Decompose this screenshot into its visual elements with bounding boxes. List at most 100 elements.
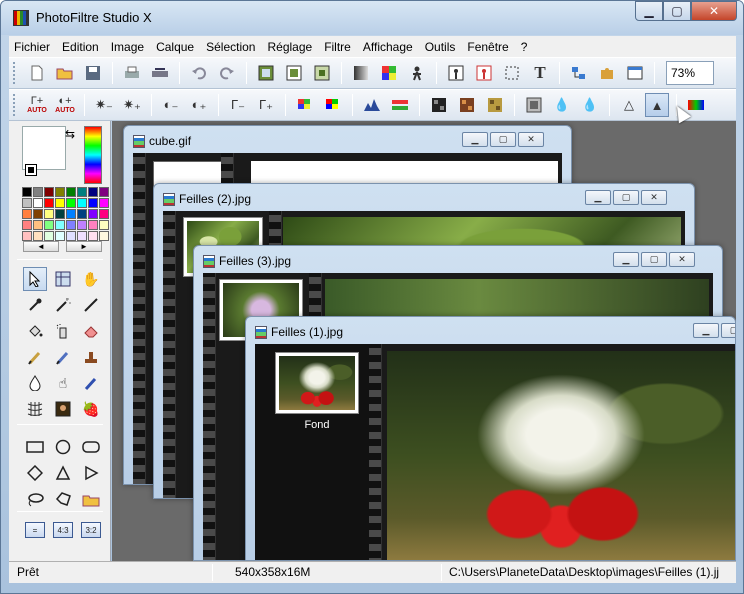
effect-brush-icon[interactable] xyxy=(79,371,103,395)
palette-swatch[interactable] xyxy=(77,220,87,230)
emboss-icon[interactable] xyxy=(522,93,546,117)
palette-swatch[interactable] xyxy=(33,231,43,241)
zoom-input[interactable]: 73% xyxy=(666,61,714,85)
line-icon[interactable] xyxy=(79,293,103,317)
palette-swatch[interactable] xyxy=(22,209,32,219)
palette-swatch[interactable] xyxy=(55,187,65,197)
diamond-icon[interactable] xyxy=(23,461,47,485)
new-file-icon[interactable] xyxy=(25,61,49,85)
crop-icon[interactable] xyxy=(310,61,334,85)
select-arrow-icon[interactable] xyxy=(23,267,47,291)
close-button[interactable]: ✕ xyxy=(691,1,737,21)
rounded-rect-icon[interactable] xyxy=(79,435,103,459)
palette-swatch[interactable] xyxy=(99,198,109,208)
palette-swatch[interactable] xyxy=(33,198,43,208)
palette-swatch[interactable] xyxy=(77,198,87,208)
doc-minimize-button[interactable]: ▁ xyxy=(585,190,611,205)
palette-swatch[interactable] xyxy=(33,220,43,230)
default-colors-icon[interactable] xyxy=(25,164,37,176)
menu-image[interactable]: Image xyxy=(105,40,150,54)
menu-fenetre[interactable]: Fenêtre xyxy=(461,40,514,54)
menu-fichier[interactable]: Fichier xyxy=(9,40,56,54)
puzzle-icon[interactable] xyxy=(595,61,619,85)
gamma-plus-icon[interactable]: Γ₊ xyxy=(254,93,278,117)
image-content[interactable] xyxy=(387,351,735,560)
palette-swatch[interactable] xyxy=(44,209,54,219)
palette-swatch[interactable] xyxy=(66,209,76,219)
magic-wand-icon[interactable] xyxy=(51,293,75,317)
stamp-icon[interactable] xyxy=(79,345,103,369)
spray-icon[interactable] xyxy=(51,319,75,343)
palette-swatch[interactable] xyxy=(88,187,98,197)
palette-swatch[interactable] xyxy=(44,220,54,230)
ratio-3-2-button[interactable]: 3:2 xyxy=(79,518,103,542)
palette-swatch[interactable] xyxy=(88,209,98,219)
palette-prev-button[interactable]: ◄ xyxy=(23,241,59,252)
palette-swatch[interactable] xyxy=(77,231,87,241)
palette-swatch[interactable] xyxy=(22,187,32,197)
blur-icon[interactable]: 💧 xyxy=(578,93,602,117)
mosaic-icon[interactable] xyxy=(455,93,479,117)
doc-maximize-button[interactable]: ▢ xyxy=(490,132,516,147)
redo-icon[interactable] xyxy=(215,61,239,85)
sharpen-icon[interactable]: △ xyxy=(617,93,641,117)
contrast-plus-icon[interactable]: ◐₊ xyxy=(187,93,211,117)
doc-minimize-button[interactable]: ▁ xyxy=(462,132,488,147)
image-content[interactable] xyxy=(325,279,709,319)
palette-swatch[interactable] xyxy=(99,187,109,197)
document-window-feilles-1[interactable]: Feilles (1).jpg ▁ ▢ Fond xyxy=(245,316,736,561)
palette-swatch[interactable] xyxy=(88,231,98,241)
palette-swatch[interactable] xyxy=(44,231,54,241)
brush-icon[interactable] xyxy=(23,345,47,369)
drop-icon[interactable]: 💧 xyxy=(550,93,574,117)
menu-affichage[interactable]: Affichage xyxy=(357,40,419,54)
palette-swatch[interactable] xyxy=(44,187,54,197)
scan-icon[interactable] xyxy=(148,61,172,85)
palette-swatch[interactable] xyxy=(22,198,32,208)
palette-swatch[interactable] xyxy=(55,198,65,208)
selection-icon[interactable] xyxy=(500,61,524,85)
auto-contrast-icon[interactable]: ◐+ AUTO xyxy=(53,93,77,117)
palette-swatch[interactable] xyxy=(77,187,87,197)
toolbar-grip[interactable] xyxy=(13,94,17,116)
open-folder-icon[interactable] xyxy=(53,61,77,85)
palette-swatch[interactable] xyxy=(99,209,109,219)
palette-swatch[interactable] xyxy=(33,209,43,219)
palette-swatch[interactable] xyxy=(99,220,109,230)
doc-close-button[interactable]: ✕ xyxy=(518,132,544,147)
ratio-4-3-button[interactable]: 4:3 xyxy=(51,518,75,542)
image-size-icon[interactable] xyxy=(254,61,278,85)
arrow-right-icon[interactable] xyxy=(79,461,103,485)
auto-levels-icon[interactable]: Γ+ AUTO xyxy=(25,93,49,117)
doc-minimize-button[interactable]: ▁ xyxy=(613,252,639,267)
gamma-minus-icon[interactable]: Γ₋ xyxy=(226,93,250,117)
smudge-brush-icon[interactable] xyxy=(51,345,75,369)
palette-swatch[interactable] xyxy=(88,220,98,230)
deform-grid-icon[interactable] xyxy=(23,397,47,421)
hand-icon[interactable]: ✋ xyxy=(79,267,103,291)
portrait-icon[interactable] xyxy=(51,397,75,421)
histogram-icon[interactable] xyxy=(360,93,384,117)
contrast-minus-icon[interactable]: ◐₋ xyxy=(159,93,183,117)
palette-swatch[interactable] xyxy=(66,220,76,230)
document-title-bar[interactable]: Feilles (2).jpg ▁ ▢ ✕ xyxy=(154,184,694,210)
eyedropper-icon[interactable] xyxy=(23,293,47,317)
fill-bucket-icon[interactable] xyxy=(23,319,47,343)
menu-filtre[interactable]: Filtre xyxy=(318,40,357,54)
palette-swatch[interactable] xyxy=(88,198,98,208)
document-canvas[interactable]: Fond xyxy=(255,344,735,560)
color-balance-icon[interactable] xyxy=(388,93,412,117)
doc-close-button[interactable]: ✕ xyxy=(669,252,695,267)
layer-thumbnail-fond[interactable] xyxy=(275,352,359,414)
palette-swatch[interactable] xyxy=(55,220,65,230)
menu-reglage[interactable]: Réglage xyxy=(261,40,318,54)
strawberry-icon[interactable]: 🍓 xyxy=(79,397,103,421)
palette-swatch[interactable] xyxy=(33,187,43,197)
brightness-plus-icon[interactable]: ✷₊ xyxy=(120,93,144,117)
doc-minimize-button[interactable]: ▁ xyxy=(693,323,719,338)
palette-next-button[interactable]: ► xyxy=(66,241,102,252)
doc-maximize-button[interactable]: ▢ xyxy=(721,323,735,338)
palette-swatch[interactable] xyxy=(55,209,65,219)
menu-help[interactable]: ? xyxy=(515,40,534,54)
document-title-bar[interactable]: cube.gif ▁ ▢ ✕ xyxy=(124,126,571,152)
